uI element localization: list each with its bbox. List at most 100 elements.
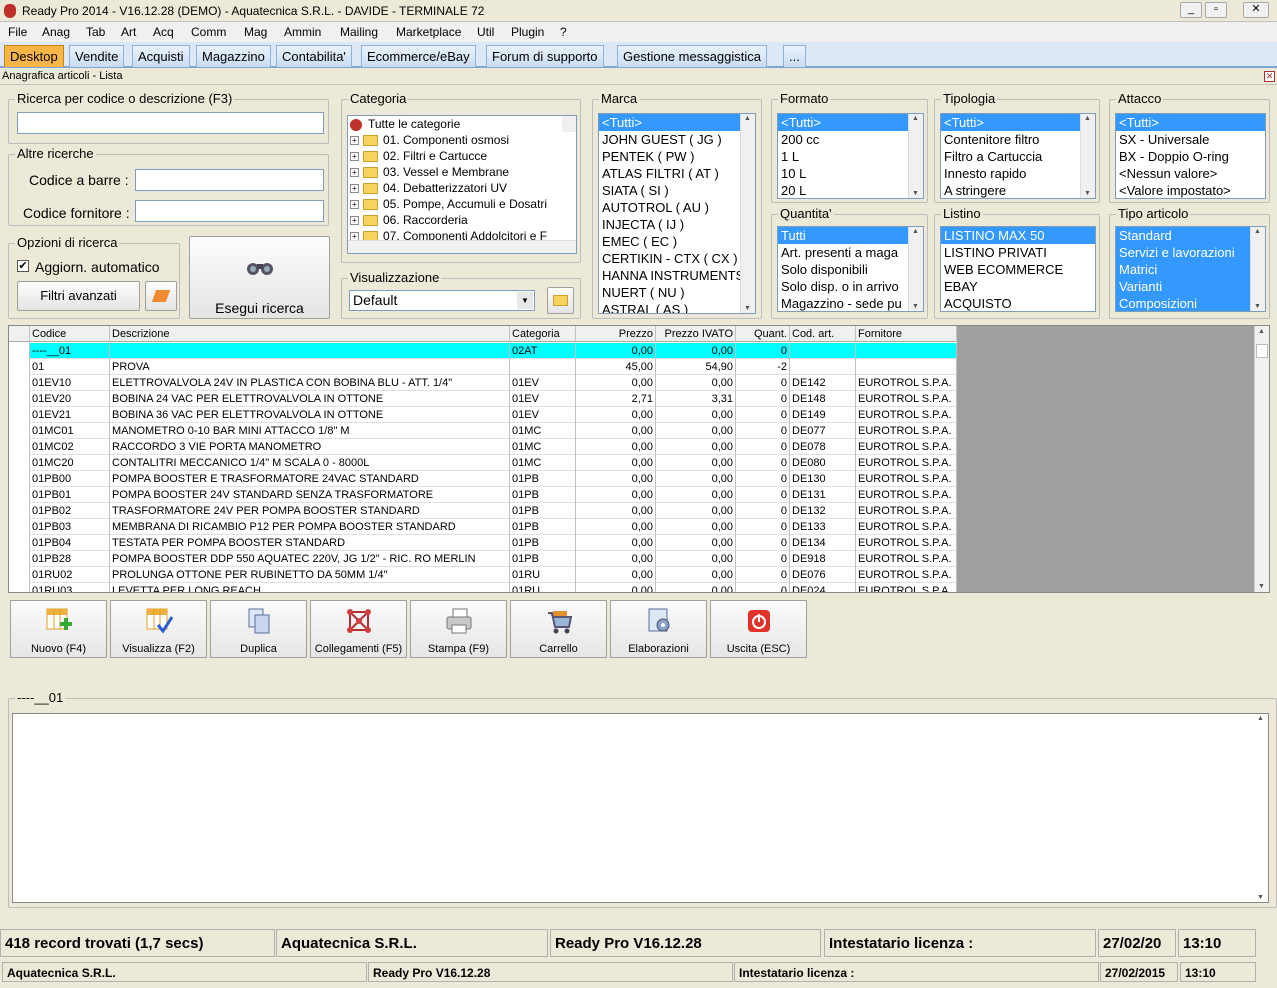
list-item[interactable]: ASTRAL ( AS ) [599, 301, 755, 313]
execute-search-button[interactable]: Esegui ricerca [189, 236, 330, 319]
list-item[interactable]: <Tutti> [1116, 114, 1265, 131]
list-item[interactable]: A stringere [941, 182, 1095, 198]
exit-button[interactable]: Uscita (ESC) [710, 600, 807, 658]
view-button[interactable]: Visualizza (F2) [110, 600, 207, 658]
typology-list[interactable]: <Tutti> Contenitore filtro Filtro a Cart… [940, 113, 1096, 199]
table-row[interactable]: 01RU03 LEVETTA PER LONG REACH 01RU 0,00 0,00… [9, 583, 957, 592]
list-item[interactable]: WEB ECOMMERCE [941, 261, 1095, 278]
list-item[interactable]: Tutti [778, 227, 923, 244]
category-tree[interactable]: Tutte le categorie +01. Componenti osmos… [347, 115, 577, 254]
column-header[interactable]: Descrizione [110, 326, 510, 342]
list-item[interactable]: AUTOTROL ( AU ) [599, 199, 755, 216]
auto-update-checkbox[interactable]: ✔ [17, 260, 29, 272]
grid-vertical-scrollbar[interactable]: ▼ ▲ [1254, 326, 1269, 592]
row-indicator[interactable] [9, 343, 30, 359]
detail-textarea[interactable] [12, 713, 1269, 903]
menu-anag[interactable]: Anag [42, 25, 70, 39]
row-indicator[interactable] [9, 583, 30, 592]
row-indicator[interactable] [9, 551, 30, 567]
list-item[interactable]: <Tutti> [599, 114, 755, 131]
cart-button[interactable]: Carrello [510, 600, 607, 658]
menu-mag[interactable]: Mag [244, 25, 267, 39]
horizontal-scrollbar[interactable] [348, 240, 576, 253]
list-item[interactable]: Matrici [1116, 261, 1265, 278]
vertical-scrollbar[interactable] [1080, 114, 1095, 198]
scroll-down-icon[interactable]: ▼ [1258, 583, 1265, 590]
expand-icon[interactable]: + [350, 136, 359, 146]
row-indicator[interactable] [9, 455, 30, 471]
tree-item[interactable]: +03. Vessel e Membrane [348, 164, 576, 180]
row-indicator[interactable] [9, 423, 30, 439]
quantity-list[interactable]: Tutti Art. presenti a maga Solo disponib… [777, 226, 924, 312]
column-header[interactable]: Prezzo [576, 326, 656, 342]
list-item[interactable]: INJECTA ( IJ ) [599, 216, 755, 233]
row-indicator[interactable] [9, 535, 30, 551]
list-item[interactable]: CERTIKIN - CTX ( CX ) [599, 250, 755, 267]
table-row[interactable]: 01EV21 BOBINA 36 VAC PER ELETTROVALVOLA I… [9, 407, 957, 423]
row-indicator[interactable] [9, 487, 30, 503]
list-item[interactable]: EMEC ( EC ) [599, 233, 755, 250]
list-item[interactable]: SX - Universale [1116, 131, 1265, 148]
list-item[interactable]: <Valore impostato> [1116, 182, 1265, 198]
list-item[interactable]: JOHN GUEST ( JG ) [599, 131, 755, 148]
list-item[interactable]: BX - Doppio O-ring [1116, 148, 1265, 165]
tree-item[interactable]: +06. Raccorderia [348, 212, 576, 228]
list-item[interactable]: Innesto rapido [941, 165, 1095, 182]
menu-util[interactable]: Util [477, 25, 494, 39]
row-indicator[interactable] [9, 391, 30, 407]
table-row[interactable]: 01MC01 MANOMETRO 0-10 BAR MINI ATTACCO 1/… [9, 423, 957, 439]
column-header[interactable]: Categoria [510, 326, 576, 342]
tab-acquisti[interactable]: Acquisti [132, 45, 190, 67]
brand-list[interactable]: <Tutti> JOHN GUEST ( JG ) PENTEK ( PW ) … [598, 113, 756, 314]
scroll-up-icon[interactable]: ▲ [1258, 328, 1265, 335]
menu-ammin[interactable]: Ammin [284, 25, 321, 39]
tab-vendite[interactable]: Vendite [69, 45, 125, 67]
list-item[interactable]: Solo disponibili [778, 261, 923, 278]
minimize-button[interactable]: _ [1180, 2, 1202, 18]
menu-mailing[interactable]: Mailing [340, 25, 378, 39]
menu-help[interactable]: ? [560, 25, 567, 39]
table-row[interactable]: 01PB00 POMPA BOOSTER E TRASFORMATORE 24VA… [9, 471, 957, 487]
row-indicator[interactable] [9, 439, 30, 455]
expand-icon[interactable]: + [350, 216, 359, 226]
list-item[interactable]: Composizioni [1116, 295, 1265, 311]
list-item[interactable]: Art. presenti a maga [778, 244, 923, 261]
table-row[interactable]: 01EV20 BOBINA 24 VAC PER ELETTROVALVOLA I… [9, 391, 957, 407]
tree-item[interactable]: +05. Pompe, Accumuli e Dosatri [348, 196, 576, 212]
vertical-scrollbar[interactable] [1254, 714, 1268, 902]
expand-icon[interactable]: + [350, 200, 359, 210]
expand-icon[interactable]: + [350, 152, 359, 162]
list-item[interactable]: Varianti [1116, 278, 1265, 295]
new-button[interactable]: Nuovo (F4) [10, 600, 107, 658]
list-item[interactable]: PENTEK ( PW ) [599, 148, 755, 165]
list-item[interactable]: NUERT ( NU ) [599, 284, 755, 301]
tab-messaggistica[interactable]: Gestione messaggistica [617, 45, 768, 67]
list-item[interactable]: Solo disp. o in arrivo [778, 278, 923, 295]
list-item[interactable]: Servizi e lavorazioni [1116, 244, 1265, 261]
tab-more[interactable]: ... [783, 45, 806, 67]
row-indicator[interactable] [9, 407, 30, 423]
tree-item[interactable]: +04. Debatterizzatori UV [348, 180, 576, 196]
menu-comm[interactable]: Comm [191, 25, 226, 39]
table-row[interactable]: 01RU02 PROLUNGA OTTONE PER RUBINETTO DA 5… [9, 567, 957, 583]
menu-art[interactable]: Art [121, 25, 136, 39]
barcode-input[interactable] [135, 169, 324, 191]
scroll-thumb[interactable] [1256, 344, 1268, 358]
table-row[interactable]: 01PB04 TESTATA PER POMPA BOOSTER STANDARD… [9, 535, 957, 551]
menu-file[interactable]: File [8, 25, 27, 39]
list-item[interactable]: Contenitore filtro [941, 131, 1095, 148]
table-row[interactable]: 01PB02 TRASFORMATORE 24V PER POMPA BOOSTE… [9, 503, 957, 519]
menu-plugin[interactable]: Plugin [511, 25, 544, 39]
list-item[interactable]: Filtro a Cartuccia [941, 148, 1095, 165]
column-header[interactable]: Prezzo IVATO [656, 326, 736, 342]
list-item[interactable]: SIATA ( SI ) [599, 182, 755, 199]
list-item[interactable]: <Nessun valore> [1116, 165, 1265, 182]
list-item[interactable]: Magazzino - sede pu [778, 295, 923, 311]
duplicate-button[interactable]: Duplica [210, 600, 307, 658]
vertical-scrollbar[interactable] [1250, 227, 1265, 311]
table-row[interactable]: 01PB03 MEMBRANA DI RICAMBIO P12 PER POMPA… [9, 519, 957, 535]
list-item[interactable]: 10 L [778, 165, 923, 182]
list-item[interactable]: HANNA INSTRUMENTS [599, 267, 755, 284]
tree-root[interactable]: Tutte le categorie [348, 116, 576, 132]
list-item[interactable]: EBAY [941, 278, 1095, 295]
